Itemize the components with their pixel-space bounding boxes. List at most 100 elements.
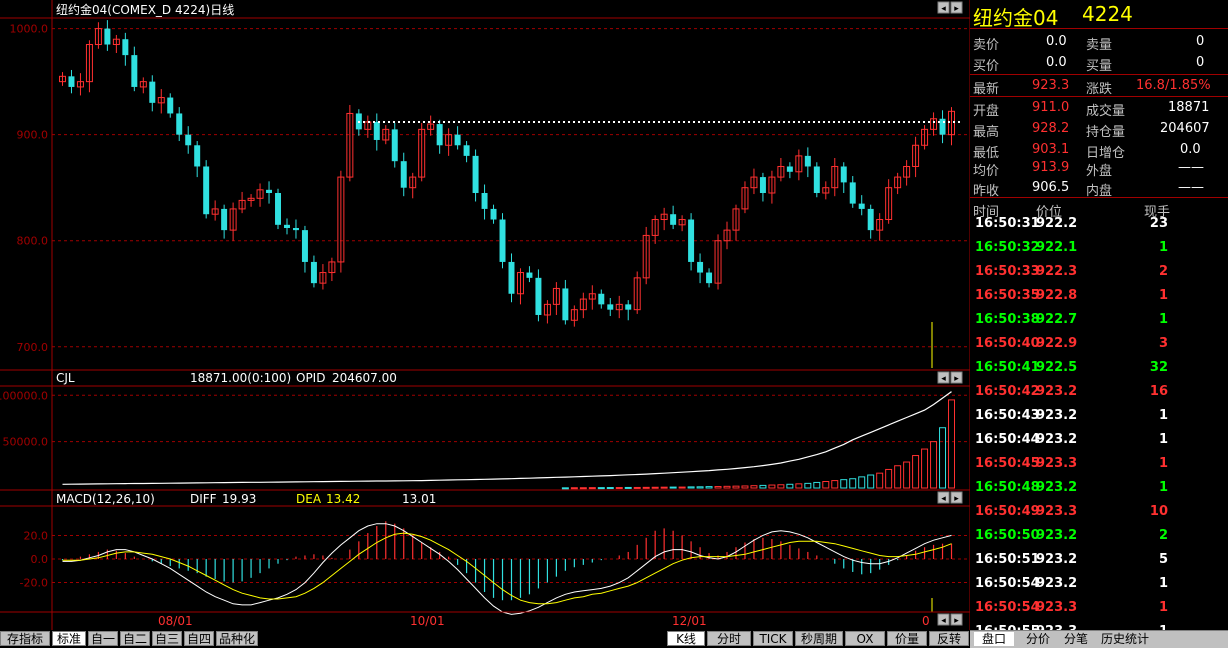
tick-row: 16:50:40 922.9 3 <box>970 332 1228 356</box>
ox-button[interactable]: OX <box>845 631 885 646</box>
candle-body <box>688 219 695 262</box>
volume-bar <box>723 485 731 489</box>
candle-body <box>454 134 461 146</box>
quote-row-sell: 卖价 0.0 卖量 0 <box>970 31 1228 53</box>
price-volume-button[interactable]: 价量 <box>887 631 927 646</box>
tick-volume: 16 <box>1149 384 1168 399</box>
tick-volume: 10 <box>1149 504 1168 519</box>
kline-button[interactable]: K线 <box>667 631 705 646</box>
open-price: 911.0 <box>1032 100 1070 115</box>
oi-label: 持仓量 <box>1086 125 1126 140</box>
volume-bar <box>750 485 758 489</box>
high-price: 928.2 <box>1032 121 1070 136</box>
candle-body <box>481 193 488 209</box>
candle-body <box>706 272 713 284</box>
pane-scroll-icon: ◂ <box>941 4 946 14</box>
volume-bar <box>894 465 902 489</box>
tab-custom-2[interactable]: 自二 <box>120 631 150 646</box>
candle-body <box>607 304 614 310</box>
date-label: 12/01 <box>672 614 707 628</box>
tick-volume: 1 <box>1158 408 1168 423</box>
pane-scroll-icon: ▸ <box>954 616 959 626</box>
high-label: 最高 <box>973 125 1000 140</box>
volume-bar <box>732 485 740 489</box>
volume-bar <box>921 448 929 489</box>
volume-bar <box>741 485 749 489</box>
macd-indicator-name: MACD(12,26,10) <box>56 492 155 506</box>
quote-row-open: 开盘 911.0 成交量 18871 <box>970 97 1228 119</box>
candle-body <box>301 230 308 262</box>
candle-body <box>849 182 856 204</box>
tick-volume: 3 <box>1158 336 1168 351</box>
volume-bar <box>795 483 803 489</box>
volume-bar <box>786 483 794 489</box>
volume-bar <box>876 472 884 489</box>
buy-vol-label: 买量 <box>1086 59 1113 74</box>
tab-history-stats[interactable]: 历史统计 <box>1096 632 1154 646</box>
tab-save-indicator[interactable]: 存指标 <box>0 631 50 646</box>
volume-bar <box>822 481 830 489</box>
tab-custom-4[interactable]: 自四 <box>184 631 214 646</box>
candle-body <box>104 28 111 45</box>
candle-body <box>68 76 75 87</box>
tab-custom-1[interactable]: 自一 <box>88 631 118 646</box>
volume-bar <box>705 486 713 489</box>
volume-bar <box>660 486 668 489</box>
oi-value: 204607 <box>1160 121 1210 136</box>
candle-body <box>373 121 380 140</box>
tick-row: 16:50:54 923.2 1 <box>970 572 1228 596</box>
candle-body <box>391 129 398 162</box>
tick-row: 16:50:54 923.3 1 <box>970 596 1228 620</box>
volume-bar <box>579 487 587 490</box>
y-tick-label: -20.0 <box>20 577 48 590</box>
diff-line <box>62 523 952 615</box>
volume-bar <box>858 476 866 489</box>
tick-time: 16:50:54 <box>975 576 1040 591</box>
chart-title: 纽约金04(COMEX_D 4224)日线 <box>56 3 235 17</box>
time-share-button[interactable]: 分时 <box>707 631 751 646</box>
tick-volume: 32 <box>1149 360 1168 375</box>
candle-body <box>598 293 605 305</box>
candle-body <box>813 166 820 193</box>
candlestick-series <box>59 20 956 327</box>
tick-row: 16:50:48 923.2 1 <box>970 476 1228 500</box>
candle-body <box>786 166 793 172</box>
tick-volume: 23 <box>1149 216 1168 231</box>
reverse-button[interactable]: 反转 <box>929 631 969 646</box>
quote-row-prev: 昨收 906.5 内盘 —— <box>970 177 1228 199</box>
quote-row-avg: 均价 913.9 外盘 —— <box>970 157 1228 179</box>
date-label: 08/01 <box>158 614 193 628</box>
volume-label: 成交量 <box>1086 104 1126 119</box>
candle-body <box>122 39 129 56</box>
tick-time: 16:50:51 <box>975 552 1040 567</box>
volume-bar <box>903 461 911 489</box>
tab-custom-3[interactable]: 自三 <box>152 631 182 646</box>
candle-body <box>867 208 874 231</box>
tick-price: 923.2 <box>1036 576 1078 591</box>
dea-value: 13.42 <box>326 492 361 506</box>
chart-area[interactable]: 1000.0 900.0 800.0 700.0 100000.0 50000.0 20.0… <box>0 0 970 647</box>
volume-bar <box>867 474 875 489</box>
candle-body <box>167 97 174 114</box>
candle-body <box>804 155 811 167</box>
tick-price: 922.2 <box>1036 216 1078 231</box>
second-period-button[interactable]: 秒周期 <box>795 631 843 646</box>
volume-bar <box>570 487 578 490</box>
dea-label: DEA <box>296 492 322 506</box>
tick-volume: 5 <box>1158 552 1168 567</box>
volume-value: 18871 <box>1168 100 1210 115</box>
candle-body <box>625 304 632 310</box>
volume-bar <box>930 441 938 489</box>
candle-body <box>221 208 228 231</box>
tab-variety[interactable]: 品种化 <box>216 631 258 646</box>
candle-body <box>203 166 210 215</box>
tab-price-dist[interactable]: 分价 <box>1020 632 1056 646</box>
tick-price: 922.5 <box>1036 360 1078 375</box>
volume-bar <box>777 484 785 489</box>
tab-trades[interactable]: 分笔 <box>1058 632 1094 646</box>
tab-standard[interactable]: 标准 <box>52 631 86 646</box>
tab-order-book[interactable]: 盘口 <box>974 632 1014 646</box>
volume-value: 18871.00(0:100) <box>190 371 292 385</box>
tick-time: 16:50:48 <box>975 480 1040 495</box>
tick-button[interactable]: TICK <box>753 631 793 646</box>
